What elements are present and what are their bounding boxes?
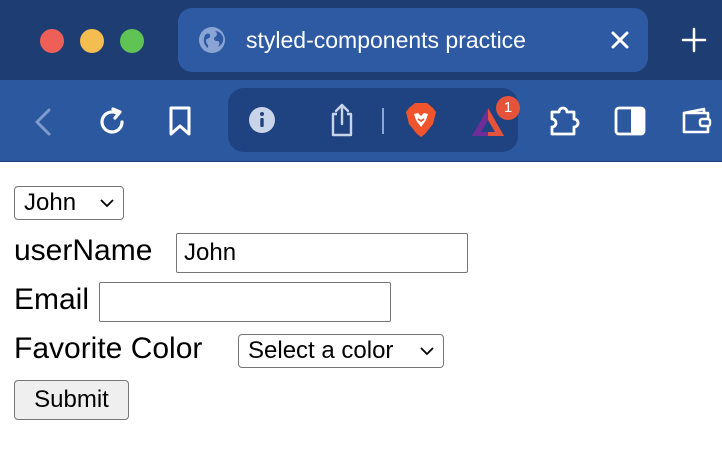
- username-input[interactable]: John: [176, 233, 468, 273]
- minimize-window-button[interactable]: [80, 29, 104, 53]
- tab-bar: styled-components practice: [0, 0, 722, 80]
- extensions-icon[interactable]: [548, 104, 582, 138]
- address-bar-divider: [382, 108, 384, 134]
- email-input[interactable]: [99, 282, 391, 322]
- chevron-down-icon: [100, 199, 114, 208]
- zoom-window-button[interactable]: [120, 29, 144, 53]
- favorite-color-label: Favorite Color: [14, 332, 203, 365]
- submit-button[interactable]: Submit: [14, 380, 129, 420]
- bookmark-icon[interactable]: [168, 105, 192, 137]
- back-icon[interactable]: [32, 107, 54, 137]
- globe-icon: [199, 27, 225, 53]
- address-bar[interactable]: [228, 88, 518, 152]
- favorite-color-select[interactable]: Select a color: [238, 334, 444, 368]
- user-select-value: John: [24, 189, 77, 216]
- rewards-notification-badge: 1: [496, 96, 520, 120]
- new-tab-icon[interactable]: [680, 26, 708, 54]
- username-label: userName: [14, 234, 153, 267]
- sidebar-icon[interactable]: [614, 106, 646, 136]
- user-select[interactable]: John: [14, 186, 124, 220]
- wallet-icon[interactable]: [680, 106, 714, 136]
- browser-toolbar: [0, 80, 722, 162]
- close-window-button[interactable]: [40, 29, 64, 53]
- username-value: John: [184, 239, 237, 266]
- close-tab-icon[interactable]: [608, 28, 632, 52]
- brave-shields-icon[interactable]: [404, 102, 438, 138]
- info-icon[interactable]: [248, 106, 276, 134]
- share-icon[interactable]: [328, 102, 356, 138]
- favorite-color-value: Select a color: [248, 337, 394, 364]
- active-tab[interactable]: styled-components practice: [178, 8, 648, 72]
- reload-icon[interactable]: [96, 106, 128, 138]
- tab-title: styled-components practice: [246, 27, 526, 53]
- chevron-down-icon: [420, 347, 434, 356]
- email-label: Email: [14, 283, 90, 316]
